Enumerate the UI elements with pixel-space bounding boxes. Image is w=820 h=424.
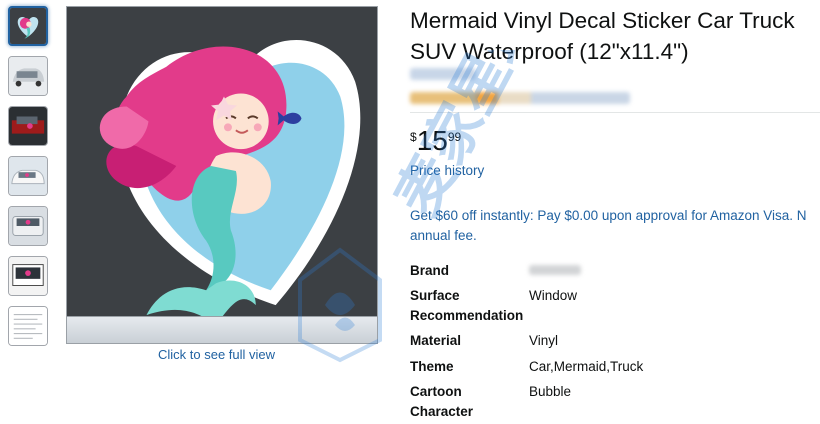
main-product-image[interactable] xyxy=(66,6,378,344)
price: $1599 xyxy=(410,126,461,156)
thumbnail-instructions[interactable] xyxy=(8,306,48,346)
price-history-link[interactable]: Price history xyxy=(410,163,484,178)
thumbnail-truck-window-image xyxy=(9,257,47,295)
promo-message[interactable]: Get $60 off instantly: Pay $0.00 upon ap… xyxy=(410,206,820,246)
image-frame-bottom xyxy=(66,316,378,344)
price-fraction: 99 xyxy=(447,130,462,144)
promo-line-1: Get $60 off instantly: Pay $0.00 upon ap… xyxy=(410,208,807,223)
thumbnail-mermaid-image xyxy=(10,8,46,44)
spec-value-theme: Car,Mermaid,Truck xyxy=(529,359,644,374)
thumbnail-car-rear[interactable] xyxy=(8,56,48,96)
brand-link-blurred[interactable] xyxy=(410,68,476,80)
spec-value-material: Vinyl xyxy=(529,333,559,348)
spec-value-brand-blurred xyxy=(529,265,581,275)
thumbnail-car-rear-2-image xyxy=(9,207,47,245)
spec-label-line: Surface xyxy=(410,288,460,303)
spec-label-theme: Theme xyxy=(410,359,454,374)
thumbnail-car-red-image xyxy=(9,107,47,145)
thumbnail-car-red[interactable] xyxy=(8,106,48,146)
spec-value-surface: Window xyxy=(529,288,578,303)
rating-stars-blurred[interactable] xyxy=(410,92,630,104)
spec-value-cartoon-character: Bubble xyxy=(529,384,572,399)
thumbnail-mermaid[interactable] xyxy=(8,6,48,46)
spec-label-line: Character xyxy=(410,404,474,419)
thumbnail-car-white-image xyxy=(9,157,47,195)
thumbnail-car-rear-2[interactable] xyxy=(8,206,48,246)
product-title-line-1: Mermaid Vinyl Decal Sticker Car Truck xyxy=(410,8,795,33)
spec-label-material: Material xyxy=(410,333,462,348)
thumbnail-instructions-image xyxy=(9,307,47,345)
price-whole: 15 xyxy=(416,125,448,156)
spec-label-line: Cartoon xyxy=(410,384,462,399)
thumbnail-car-rear-image xyxy=(9,57,47,95)
promo-line-2: annual fee. xyxy=(410,228,477,243)
product-title-line-2: SUV Waterproof (12"x11.4") xyxy=(410,39,689,64)
full-view-link[interactable]: Click to see full view xyxy=(158,347,275,362)
price-currency: $ xyxy=(410,130,417,144)
divider xyxy=(410,112,820,113)
spec-label-line: Recommendation xyxy=(410,308,524,323)
spec-label-surface-recommendation: Surface Recommendation xyxy=(410,286,523,326)
thumbnail-car-white[interactable] xyxy=(8,156,48,196)
mermaid-illustration xyxy=(67,7,377,343)
thumbnail-truck-window[interactable] xyxy=(8,256,48,296)
spec-label-brand: Brand xyxy=(410,263,450,278)
spec-label-cartoon-character: Cartoon Character xyxy=(410,382,473,422)
product-title: Mermaid Vinyl Decal Sticker Car Truck SU… xyxy=(410,5,820,67)
